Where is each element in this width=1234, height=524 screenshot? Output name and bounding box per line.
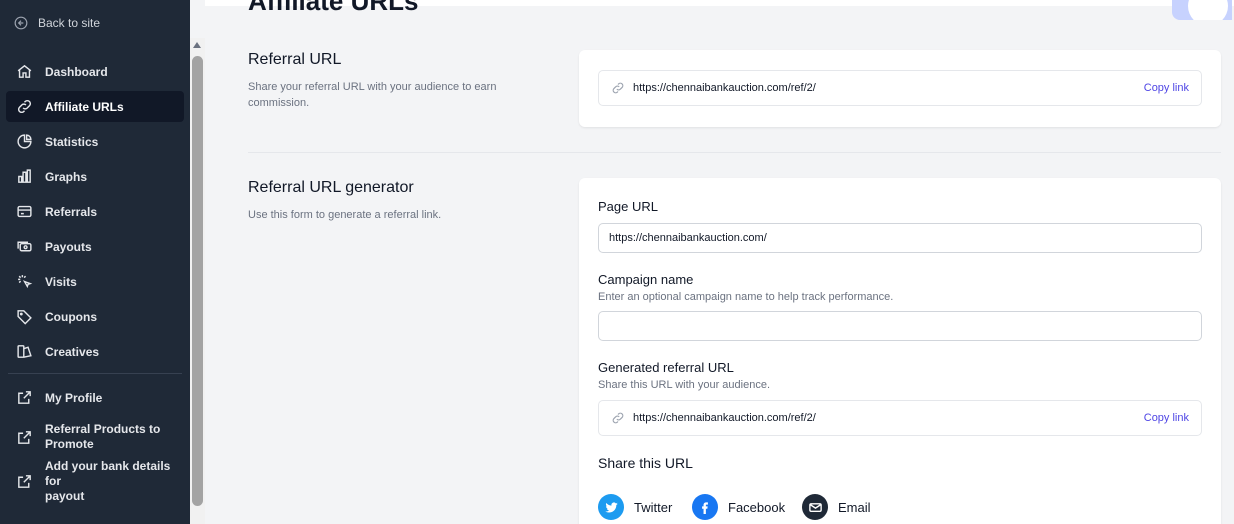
- share-twitter-button[interactable]: Twitter: [598, 494, 672, 520]
- sidebar-link-label-line1: Add your bank details for: [45, 458, 171, 488]
- sidebar-item-dashboard[interactable]: Dashboard: [6, 56, 184, 87]
- sidebar-link-label: Referral Products to Promote: [45, 422, 160, 452]
- generator-title: Referral URL generator: [248, 179, 414, 196]
- generated-url-box: https://chennaibankauction.com/ref/2/ Co…: [598, 400, 1202, 436]
- share-facebook-button[interactable]: Facebook: [692, 494, 785, 520]
- cash-icon: [17, 241, 32, 252]
- copy-link-button[interactable]: Copy link: [1144, 82, 1189, 94]
- sidebar: Back to site Dashboard Affiliate URLs St…: [0, 0, 190, 524]
- share-facebook-label: Facebook: [728, 499, 786, 515]
- arrow-left-circle-icon: [14, 16, 28, 30]
- link-icon: [612, 82, 624, 94]
- share-url-title: Share this URL: [598, 455, 693, 471]
- referral-url-card: https://chennaibankauction.com/ref/2/ Co…: [579, 50, 1221, 127]
- sidebar-item-payouts[interactable]: Payouts: [6, 231, 184, 262]
- campaign-name-label: Campaign name: [598, 272, 694, 287]
- card-icon: [17, 205, 32, 218]
- sidebar-item-label: Creatives: [45, 344, 100, 359]
- sidebar-item-label: Dashboard: [45, 64, 108, 79]
- referral-url-box: https://chennaibankauction.com/ref/2/ Co…: [598, 70, 1202, 106]
- share-twitter-label: Twitter: [634, 499, 673, 515]
- sidebar-divider: [8, 373, 182, 374]
- page-url-label: Page URL: [598, 199, 658, 214]
- back-to-site-label: Back to site: [38, 16, 101, 30]
- referral-url-description: Share your referral URL with your audien…: [248, 81, 497, 109]
- sidebar-item-label: Graphs: [45, 169, 88, 184]
- sidebar-item-creatives[interactable]: Creatives: [6, 336, 184, 367]
- avatar[interactable]: [1172, 0, 1232, 20]
- page-title: Affiliate URLs: [248, 0, 419, 16]
- external-link-icon: [18, 474, 31, 488]
- sidebar-item-graphs[interactable]: Graphs: [6, 161, 184, 192]
- page-url-input[interactable]: https://chennaibankauction.com/: [598, 223, 1202, 253]
- link-icon: [17, 99, 32, 114]
- referral-url-title: Referral URL: [248, 51, 342, 68]
- sidebar-item-coupons[interactable]: Coupons: [6, 301, 184, 332]
- share-email-button[interactable]: Email: [802, 494, 871, 520]
- campaign-name-input[interactable]: [598, 311, 1202, 341]
- share-email-label: Email: [838, 499, 871, 515]
- generated-url-label: Generated referral URL: [598, 360, 734, 375]
- sidebar-item-label: Affiliate URLs: [45, 99, 124, 114]
- sidebar-item-visits[interactable]: Visits: [6, 266, 184, 297]
- referral-url-value: https://chennaibankauction.com/ref/2/: [633, 82, 816, 94]
- sidebar-scrollbar[interactable]: [190, 38, 205, 524]
- external-link-icon: [18, 430, 31, 444]
- creatives-icon: [17, 345, 32, 358]
- sidebar-link-label: My Profile: [45, 390, 103, 405]
- bar-chart-icon: [18, 169, 31, 183]
- generator-description: Use this form to generate a referral lin…: [248, 209, 442, 221]
- facebook-icon: [692, 494, 718, 520]
- sidebar-nav: Dashboard Affiliate URLs Statistics Grap…: [0, 54, 190, 505]
- sidebar-link-label-line1: Referral Products to: [45, 422, 161, 436]
- sidebar-item-label: Referrals: [45, 204, 98, 219]
- sidebar-item-label: Coupons: [45, 309, 97, 324]
- pie-chart-icon: [17, 134, 32, 149]
- campaign-name-hint: Enter an optional campaign name to help …: [598, 291, 894, 303]
- scroll-up-arrow[interactable]: [193, 42, 201, 48]
- email-icon: [802, 494, 828, 520]
- external-link-icon: [18, 391, 31, 404]
- back-to-site-link[interactable]: Back to site: [14, 16, 100, 30]
- sidebar-item-referrals[interactable]: Referrals: [6, 196, 184, 227]
- twitter-icon: [598, 494, 624, 520]
- scroll-thumb[interactable]: [192, 56, 203, 506]
- sidebar-link-bank-details[interactable]: Add your bank details for payout: [6, 459, 184, 504]
- generated-url-value: https://chennaibankauction.com/ref/2/: [633, 412, 816, 424]
- cursor-click-icon: [18, 275, 33, 289]
- generator-card: Page URL https://chennaibankauction.com/…: [579, 178, 1221, 524]
- sidebar-link-label-line2: Promote: [45, 437, 94, 451]
- generated-url-hint: Share this URL with your audience.: [598, 379, 771, 391]
- sidebar-item-label: Payouts: [45, 239, 92, 254]
- sidebar-item-affiliate-urls[interactable]: Affiliate URLs: [6, 91, 184, 122]
- sidebar-link-referral-products[interactable]: Referral Products to Promote: [6, 417, 184, 457]
- sidebar-link-label-line2: payout: [45, 488, 85, 503]
- sidebar-link-label: Add your bank details for payout: [45, 459, 174, 504]
- tag-icon: [17, 310, 32, 325]
- link-icon: [612, 412, 624, 424]
- sidebar-link-my-profile[interactable]: My Profile: [6, 382, 184, 413]
- sidebar-item-label: Statistics: [45, 134, 99, 149]
- copy-link-button[interactable]: Copy link: [1144, 412, 1189, 424]
- sidebar-item-label: Visits: [45, 274, 77, 289]
- section-divider: [248, 152, 1221, 153]
- sidebar-item-statistics[interactable]: Statistics: [6, 126, 184, 157]
- home-icon: [17, 64, 32, 78]
